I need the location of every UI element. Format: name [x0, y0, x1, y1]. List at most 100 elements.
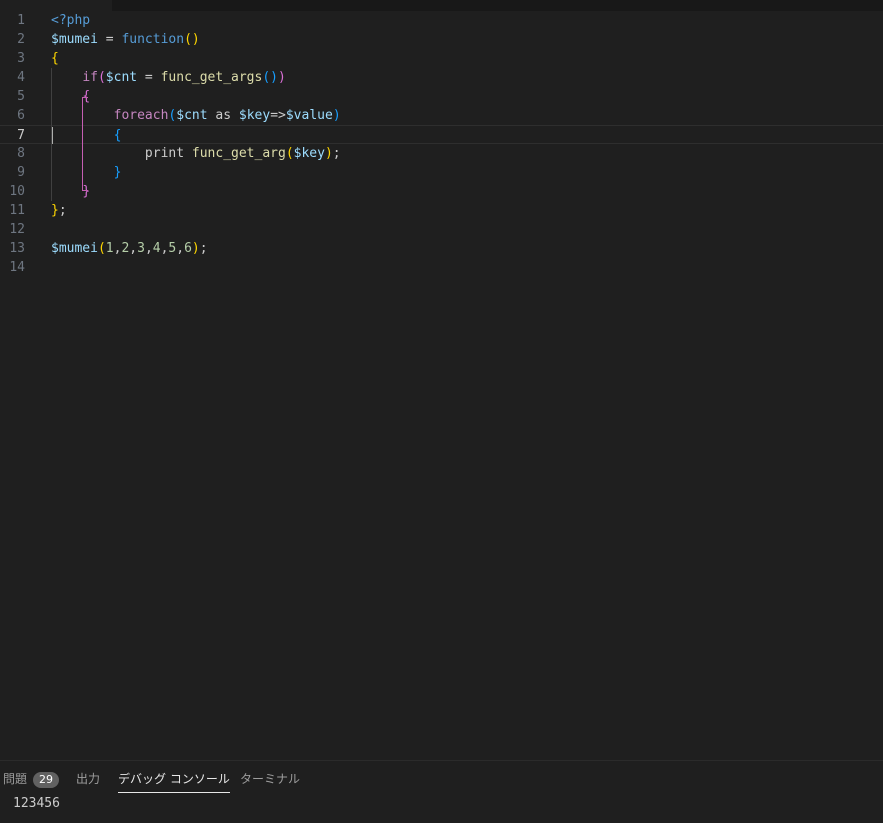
code-token: , — [129, 241, 138, 256]
line-number: 4 — [17, 70, 25, 85]
code-text: <?php — [51, 11, 90, 30]
code-token: } — [51, 203, 59, 218]
code-token: ( — [97, 70, 106, 85]
code-text: { — [51, 49, 59, 68]
code-token: , — [144, 241, 153, 256]
code-text: foreach($cnt as $key=>$value) — [51, 106, 341, 125]
code-token: ; — [332, 146, 341, 161]
code-token: } — [113, 165, 122, 180]
code-token: ) — [332, 108, 341, 123]
tab-debug-console-label: デバッグ コンソール — [118, 772, 230, 786]
tab-problems-label: 問題 — [3, 772, 28, 786]
line-number: 6 — [17, 108, 25, 123]
code-token: func_get_arg — [191, 146, 286, 161]
bracket-pair-guide-top — [82, 97, 88, 98]
code-line[interactable]: 14 — [0, 258, 883, 277]
code-token: ( — [97, 241, 106, 256]
line-number: 9 — [17, 165, 25, 180]
tab-output[interactable]: 出力 — [76, 770, 100, 788]
code-token: => — [270, 108, 286, 123]
code-text: if($cnt = func_get_args()) — [51, 68, 286, 87]
code-token: $mumei — [51, 241, 98, 256]
bracket-pair-guide — [82, 97, 83, 190]
code-text: } — [51, 182, 90, 201]
code-token: ; — [199, 241, 208, 256]
code-line[interactable]: 4 if($cnt = func_get_args()) — [0, 68, 883, 87]
code-token: { — [113, 128, 122, 143]
code-token: $cnt — [105, 70, 138, 85]
code-token: 1 — [105, 241, 114, 256]
bracket-pair-guide-bottom — [82, 190, 88, 191]
code-token: 3 — [137, 241, 145, 256]
code-token: if — [82, 70, 98, 85]
tab-terminal[interactable]: ターミナル — [240, 770, 300, 788]
code-line[interactable]: 1 3 $mumei(1,2,3,4,5,6); — [0, 239, 883, 258]
indent-guide — [51, 68, 52, 201]
code-text: print func_get_arg($key); — [51, 144, 341, 163]
code-line[interactable]: 3{ — [0, 49, 883, 68]
line-number: 14 — [9, 260, 25, 275]
editor-tab-bar — [0, 0, 883, 11]
code-token: $value — [285, 108, 333, 123]
code-line[interactable]: 1 <?php — [0, 11, 883, 30]
code-token: as — [207, 108, 239, 123]
code-token: { — [51, 51, 59, 66]
code-token: = — [137, 70, 161, 85]
line-number: 10 — [9, 184, 25, 199]
code-text: { — [51, 126, 122, 145]
code-token: () — [184, 32, 200, 47]
editor-tab-active[interactable] — [0, 0, 112, 11]
line-number: 2 — [17, 32, 25, 47]
code-token: ; — [58, 203, 67, 218]
code-line[interactable]: 5 { — [0, 87, 883, 106]
tab-label-clipped — [46, 0, 86, 3]
code-token: <?php — [51, 13, 91, 28]
code-line[interactable]: 11}; — [0, 201, 883, 220]
code-token: } — [82, 184, 91, 199]
tab-problems[interactable]: 問題 29 — [3, 770, 60, 788]
code-token: print — [144, 146, 192, 161]
line-number: 1 — [17, 13, 25, 28]
debug-console-output: 123456 — [13, 796, 60, 811]
line-number: 7 — [17, 128, 25, 143]
code-line[interactable]: 12 — [0, 220, 883, 239]
code-text: }; — [51, 201, 67, 220]
code-text: $mumei = function() — [51, 30, 200, 49]
code-token: $cnt — [176, 108, 208, 123]
tab-terminal-label: ターミナル — [240, 772, 301, 786]
code-token: 6 — [184, 241, 192, 256]
code-line[interactable]: 7 { — [0, 125, 883, 144]
line-number: 3 — [17, 51, 25, 66]
code-line[interactable]: 9 } — [0, 163, 883, 182]
code-line[interactable]: 8 print func_get_arg($key); — [0, 144, 883, 163]
code-token: ) — [324, 146, 333, 161]
code-token: = — [97, 32, 122, 47]
code-token: foreach — [113, 108, 169, 123]
code-token: ) — [278, 70, 286, 85]
code-token: $key — [238, 108, 271, 123]
line-number: 5 — [17, 89, 25, 104]
line-number: 12 — [9, 222, 25, 237]
code-token: , — [176, 241, 185, 256]
tab-output-label: 出力 — [76, 772, 101, 786]
code-text: $mumei(1,2,3,4,5,6); — [51, 239, 208, 258]
tab-debug-console[interactable]: デバッグ コンソール — [118, 770, 230, 793]
code-token: ) — [191, 241, 200, 256]
code-line[interactable]: 2 $mumei = function() — [0, 30, 883, 49]
line-number: 11 — [9, 203, 25, 218]
code-token: ( — [285, 146, 294, 161]
code-line[interactable]: 10 } — [0, 182, 883, 201]
code-editor[interactable]: 1 <?php 2 $mumei = function() 3{4 if($cnt = … — [0, 11, 883, 760]
code-text: } — [51, 163, 122, 182]
code-line[interactable]: 6 foreach($cnt as $key=>$value) — [0, 106, 883, 125]
code-token: function — [121, 32, 185, 47]
code-token: func_get_args — [160, 70, 263, 85]
code-token: () — [262, 70, 278, 85]
code-token: 4 — [152, 241, 161, 256]
code-token: $key — [293, 146, 325, 161]
line-number: 8 — [17, 146, 25, 161]
